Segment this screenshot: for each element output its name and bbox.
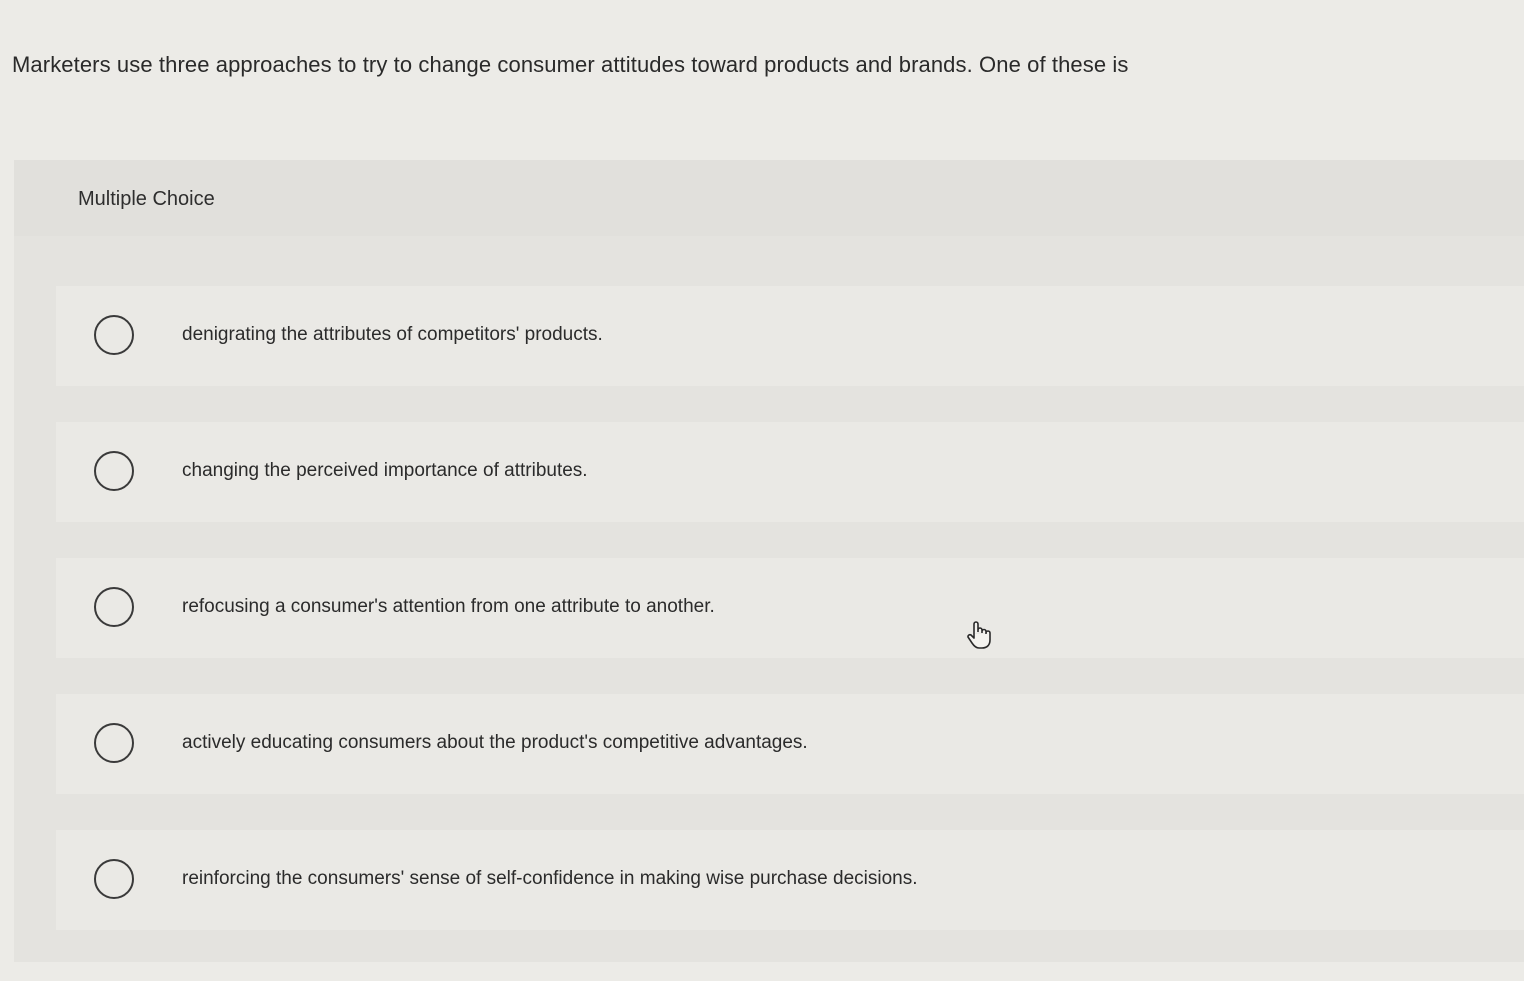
choice-option-2[interactable]: changing the perceived importance of att…	[56, 422, 1524, 522]
choice-option-1[interactable]: denigrating the attributes of competitor…	[56, 286, 1524, 386]
multiple-choice-title: Multiple Choice	[78, 188, 215, 210]
hand-pointer-icon	[967, 621, 991, 649]
choice-option-5[interactable]: reinforcing the consumers' sense of self…	[56, 830, 1524, 930]
radio-button[interactable]	[94, 451, 134, 491]
multiple-choice-panel: Multiple Choice denigrating the attribut…	[14, 160, 1524, 962]
radio-button[interactable]	[94, 587, 134, 627]
radio-button[interactable]	[94, 315, 134, 355]
radio-button[interactable]	[94, 859, 134, 899]
choice-option-3[interactable]: refocusing a consumer's attention from o…	[56, 558, 1524, 658]
choice-label[interactable]: changing the perceived importance of att…	[182, 460, 588, 482]
choice-label[interactable]: reinforcing the consumers' sense of self…	[182, 868, 918, 890]
choice-label[interactable]: actively educating consumers about the p…	[182, 732, 808, 754]
choice-option-4[interactable]: actively educating consumers about the p…	[56, 694, 1524, 794]
choice-label[interactable]: refocusing a consumer's attention from o…	[182, 596, 715, 618]
question-text: Marketers use three approaches to try to…	[12, 52, 1129, 77]
multiple-choice-header: Multiple Choice	[14, 160, 1524, 236]
radio-button[interactable]	[94, 723, 134, 763]
choice-label[interactable]: denigrating the attributes of competitor…	[182, 324, 603, 346]
